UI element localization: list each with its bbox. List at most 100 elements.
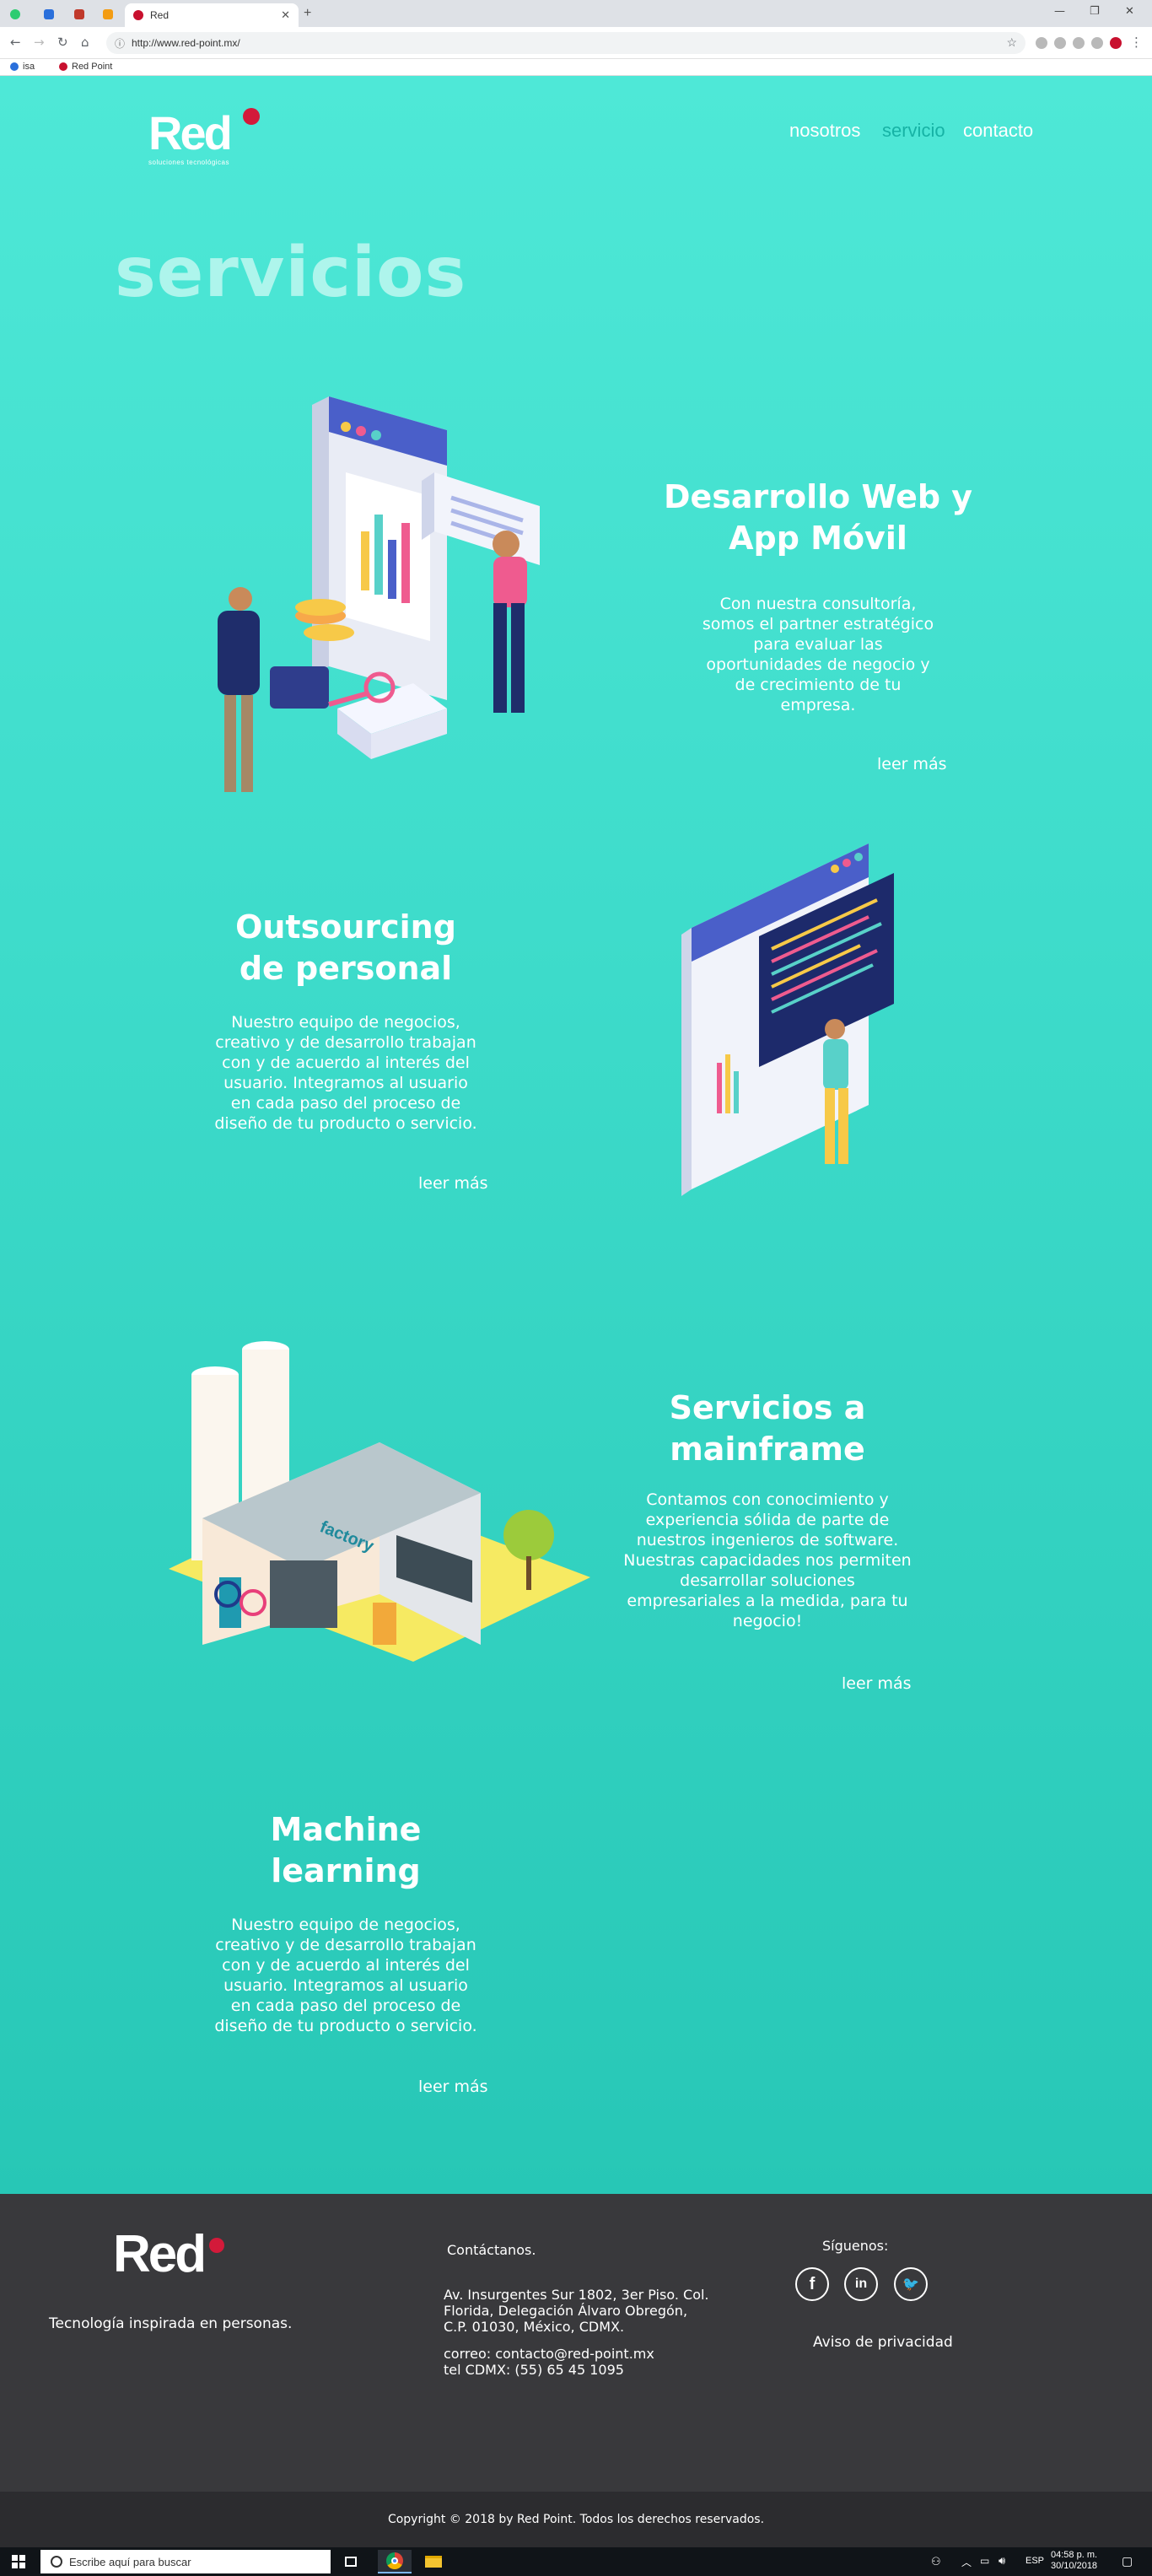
description-line: empresa.: [780, 696, 856, 714]
close-tab-icon[interactable]: ✕: [281, 8, 290, 22]
forward-icon[interactable]: →: [34, 35, 45, 50]
chrome-taskbar-icon[interactable]: [378, 2550, 412, 2573]
bookmark-item[interactable]: Red Point: [59, 62, 112, 72]
extension-icon[interactable]: [1054, 37, 1066, 49]
pinned-tab[interactable]: [3, 5, 27, 24]
windows-start-icon[interactable]: [12, 2555, 25, 2568]
extension-icon[interactable]: [1073, 37, 1085, 49]
description-line: somos el partner estratégico: [702, 615, 934, 633]
follow-heading: Síguenos:: [822, 2238, 889, 2254]
description-line: en cada paso del proceso de: [230, 1997, 461, 2015]
bookmark-label: Red Point: [72, 62, 113, 72]
description-line: con y de acuerdo al interés del: [222, 1054, 470, 1072]
pinned-tab[interactable]: [37, 5, 61, 24]
reload-icon[interactable]: ↻: [57, 35, 68, 50]
page-content: Red soluciones tecnológicas nosotros ser…: [0, 76, 1152, 2194]
browser-tab-strip: Red ✕ + — ❐ ✕: [0, 0, 1152, 27]
tray-chevron-icon[interactable]: ︿: [961, 2555, 972, 2569]
service-title-line: mainframe: [670, 1431, 865, 1468]
back-icon[interactable]: ←: [10, 35, 21, 50]
facebook-icon[interactable]: f: [795, 2267, 829, 2301]
description-line: experiencia sólida de parte de: [645, 1511, 890, 1529]
nav-servicio[interactable]: servicio: [882, 120, 945, 142]
description-line: usuario. Integramos al usuario: [223, 1976, 468, 1995]
cortana-icon: [51, 2556, 62, 2568]
bookmarks-bar: isa Red Point: [0, 59, 1152, 76]
taskbar-search[interactable]: Escribe aquí para buscar: [40, 2550, 331, 2573]
address-line: Av. Insurgentes Sur 1802, 3er Piso. Col.: [444, 2287, 709, 2303]
service-description: Contamos con conocimiento y experiencia …: [590, 1490, 945, 1631]
nav-nosotros[interactable]: nosotros: [789, 120, 860, 142]
read-more-link[interactable]: leer más: [418, 2078, 488, 2096]
web-app-illustration: [218, 396, 540, 792]
extension-icon[interactable]: [1091, 37, 1103, 49]
clock-date: 30/10/2018: [1051, 2561, 1098, 2571]
active-tab[interactable]: Red ✕: [125, 3, 299, 27]
service-description: Nuestro equipo de negocios, creativo y d…: [186, 1915, 506, 2036]
service-title-line: Machine: [270, 1811, 422, 1848]
contact-email[interactable]: correo: contacto@red-point.mx: [444, 2346, 654, 2362]
contact-address: Av. Insurgentes Sur 1802, 3er Piso. Col.…: [444, 2287, 709, 2335]
restore-icon[interactable]: ❐: [1090, 5, 1100, 18]
bookmark-icon: [59, 62, 67, 71]
read-more-link[interactable]: leer más: [842, 1674, 912, 1693]
service-title: Outsourcing de personal: [169, 907, 523, 989]
service-title: Desarrollo Web y App Móvil: [641, 477, 995, 559]
bookmark-star-icon[interactable]: ☆: [1006, 35, 1017, 50]
copyright-bar: Copyright © 2018 by Red Point. Todos los…: [0, 2492, 1152, 2547]
url-text: http://www.red-point.mx/: [132, 37, 240, 49]
description-line: creativo y de desarrollo trabajan: [215, 1033, 476, 1052]
address-bar[interactable]: ⓘ http://www.red-point.mx/ ☆: [106, 32, 1025, 54]
extension-icon[interactable]: [1036, 37, 1047, 49]
description-line: desarrollar soluciones: [680, 1571, 855, 1590]
service-title-line: App Móvil: [729, 520, 907, 557]
volume-icon[interactable]: 🔊︎: [999, 2554, 1005, 2568]
contact-heading: Contáctanos.: [447, 2242, 536, 2258]
bookmark-icon: [10, 62, 19, 71]
description-line: con y de acuerdo al interés del: [222, 1956, 470, 1975]
privacy-link[interactable]: Aviso de privacidad: [813, 2335, 953, 2351]
windows-taskbar: Escribe aquí para buscar ⚇ ︿ ▭ 🔊︎ ESP 04…: [0, 2547, 1152, 2576]
new-tab-button[interactable]: +: [304, 6, 311, 21]
description-line: de crecimiento de tu: [735, 676, 902, 694]
tab-title: Red: [150, 9, 170, 21]
close-window-icon[interactable]: ✕: [1125, 5, 1134, 18]
footer-logo-dot: [209, 2238, 224, 2253]
service-title-line: de personal: [239, 950, 453, 987]
description-line: Nuestro equipo de negocios,: [231, 1013, 460, 1032]
bookmark-item[interactable]: isa: [10, 62, 35, 72]
read-more-link[interactable]: leer más: [877, 755, 947, 773]
search-placeholder: Escribe aquí para buscar: [69, 2555, 191, 2568]
notifications-icon[interactable]: ▢: [1122, 2554, 1133, 2568]
contact-details: correo: contacto@red-point.mx tel CDMX: …: [444, 2346, 654, 2378]
pinned-tab[interactable]: [67, 5, 91, 24]
description-line: Nuestro equipo de negocios,: [231, 1916, 460, 1934]
clock[interactable]: 04:58 p. m. 30/10/2018: [1051, 2550, 1097, 2572]
logo-tagline: soluciones tecnológicas: [148, 159, 229, 166]
footer-logo[interactable]: Red: [113, 2224, 207, 2284]
factory-illustration: factory: [169, 1341, 590, 1662]
file-explorer-icon[interactable]: [417, 2550, 450, 2573]
info-icon[interactable]: ⓘ: [115, 36, 125, 51]
menu-icon[interactable]: ⋮: [1130, 35, 1143, 50]
description-line: diseño de tu producto o servicio.: [214, 2017, 477, 2035]
extension-icon[interactable]: [1110, 37, 1122, 49]
contact-phone: tel CDMX: (55) 65 45 1095: [444, 2362, 624, 2378]
site-footer: Red Tecnología inspirada en personas. Co…: [0, 2194, 1152, 2492]
people-icon[interactable]: ⚇: [931, 2555, 941, 2568]
linkedin-icon[interactable]: in: [844, 2267, 878, 2301]
language-indicator[interactable]: ESP: [1025, 2556, 1044, 2566]
pinned-tab[interactable]: [96, 5, 120, 24]
description-line: Contamos con conocimiento y: [646, 1490, 889, 1509]
minimize-icon[interactable]: —: [1054, 5, 1065, 18]
service-title: Machine learning: [169, 1809, 523, 1892]
description-line: creativo y de desarrollo trabajan: [215, 1936, 476, 1954]
read-more-link[interactable]: leer más: [418, 1174, 488, 1193]
twitter-icon[interactable]: 🐦: [894, 2267, 928, 2301]
description-line: negocio!: [732, 1612, 803, 1630]
site-logo[interactable]: Red soluciones tecnológicas: [148, 108, 260, 166]
network-icon[interactable]: ▭: [980, 2555, 989, 2567]
home-icon[interactable]: ⌂: [81, 35, 89, 50]
nav-contacto[interactable]: contacto: [963, 120, 1033, 142]
task-view-icon[interactable]: [334, 2550, 368, 2573]
